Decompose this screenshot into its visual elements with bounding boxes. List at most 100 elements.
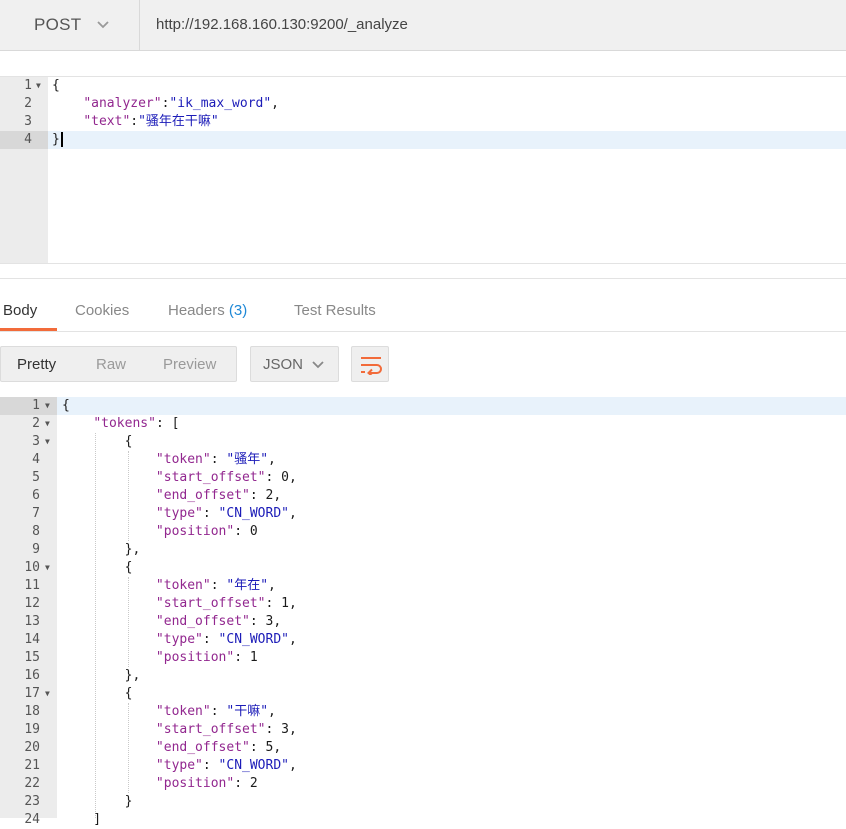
response-body-viewer[interactable]: 1 ▼{2 ▼ "tokens": [3 ▼ {4 "token": "骚年", 5 "… xyxy=(0,397,846,827)
method-select[interactable]: POST xyxy=(0,0,140,50)
code-line: 5 "start_offset": 0, xyxy=(0,469,846,487)
json-punct: , xyxy=(268,578,276,593)
json-punct: ] xyxy=(62,812,102,827)
code-line: 23 } xyxy=(0,793,846,811)
json-punct xyxy=(62,614,156,629)
raw-button[interactable]: Raw xyxy=(96,356,126,373)
fold-arrow-icon[interactable]: ▼ xyxy=(45,415,50,433)
line-number: 13 xyxy=(24,614,40,629)
json-string: "骚年在干嘛" xyxy=(138,114,219,129)
code-line: 16 }, xyxy=(0,667,846,685)
json-punct: }, xyxy=(62,668,141,683)
tab-body[interactable]: Body xyxy=(3,302,37,319)
json-punct: : 2 xyxy=(234,776,258,791)
line-number: 7 xyxy=(32,506,40,521)
code-text: "token": "骚年", xyxy=(62,451,276,469)
code-text: { xyxy=(62,397,70,415)
active-tab-indicator xyxy=(0,328,57,331)
json-punct: , xyxy=(289,506,297,521)
json-key: "text" xyxy=(83,114,131,129)
code-line: 8 "position": 0 xyxy=(0,523,846,541)
code-line: 4 "token": "骚年", xyxy=(0,451,846,469)
code-text: "end_offset": 2, xyxy=(62,487,281,505)
json-punct xyxy=(62,470,156,485)
json-key: "end_offset" xyxy=(155,614,250,629)
code-text: "token": "年在", xyxy=(62,577,276,595)
url-input[interactable]: http://192.168.160.130:9200/_analyze xyxy=(156,16,408,33)
line-number: 5 xyxy=(32,470,40,485)
json-punct: { xyxy=(62,434,133,449)
json-punct xyxy=(62,524,156,539)
code-text: "type": "CN_WORD", xyxy=(62,757,297,775)
line-number: 3 xyxy=(24,114,32,129)
line-number: 15 xyxy=(24,650,40,665)
code-line: 2 "analyzer":"ik_max_word", xyxy=(0,95,846,113)
json-punct: : 3, xyxy=(249,614,282,629)
json-punct: } xyxy=(52,132,60,147)
json-punct: { xyxy=(52,78,60,93)
code-line: 12 "start_offset": 1, xyxy=(0,595,846,613)
fold-arrow-icon[interactable]: ▼ xyxy=(45,433,50,451)
json-punct: { xyxy=(62,398,70,413)
preview-button[interactable]: Preview xyxy=(163,356,216,373)
code-line: 19 "start_offset": 3, xyxy=(0,721,846,739)
fold-arrow-icon[interactable]: ▼ xyxy=(36,77,41,95)
code-text: "token": "干嘛", xyxy=(62,703,276,721)
json-key: "type" xyxy=(155,632,203,647)
request-body-editor[interactable]: 1 ▼{2 "analyzer":"ik_max_word", 3 "text":"… xyxy=(0,76,846,264)
line-number: 3 xyxy=(32,434,40,449)
line-number: 21 xyxy=(24,758,40,773)
tab-headers[interactable]: Headers (3) xyxy=(168,302,247,319)
code-text: } xyxy=(52,131,63,149)
json-punct: : 0 xyxy=(234,524,258,539)
code-text: "position": 1 xyxy=(62,649,258,667)
wrap-lines-button[interactable] xyxy=(351,346,389,382)
code-line: 3 "text":"骚年在干嘛" xyxy=(0,113,846,131)
line-number: 18 xyxy=(24,704,40,719)
response-tabs: Body Cookies Headers (3) Test Results xyxy=(0,278,846,332)
line-number: 2 xyxy=(24,96,32,111)
fold-arrow-icon[interactable]: ▼ xyxy=(45,559,50,577)
json-key: "start_offset" xyxy=(155,470,266,485)
fold-arrow-icon[interactable]: ▼ xyxy=(45,685,50,703)
json-punct xyxy=(62,704,156,719)
json-punct: : 2, xyxy=(249,488,282,503)
json-punct: : xyxy=(202,758,219,773)
line-number: 8 xyxy=(32,524,40,539)
fold-arrow-icon[interactable]: ▼ xyxy=(45,397,50,415)
code-text: "type": "CN_WORD", xyxy=(62,631,297,649)
pretty-button[interactable]: Pretty xyxy=(17,356,56,373)
json-key: "analyzer" xyxy=(83,96,162,111)
line-number: 9 xyxy=(32,542,40,557)
json-punct xyxy=(62,740,156,755)
json-string: "CN_WORD" xyxy=(218,632,289,647)
line-number: 24 xyxy=(24,812,40,827)
json-key: "start_offset" xyxy=(155,596,266,611)
code-line: 10 ▼ { xyxy=(0,559,846,577)
code-text: "text":"骚年在干嘛" xyxy=(52,113,219,131)
code-line: 20 "end_offset": 5, xyxy=(0,739,846,757)
json-punct: : 1 xyxy=(234,650,258,665)
code-text: { xyxy=(52,77,60,95)
json-punct: : xyxy=(210,578,227,593)
chevron-down-icon xyxy=(312,361,324,369)
code-text: "start_offset": 0, xyxy=(62,469,297,487)
json-punct xyxy=(62,596,156,611)
json-punct xyxy=(62,488,156,503)
json-punct: : 1, xyxy=(265,596,297,611)
json-string: "CN_WORD" xyxy=(218,758,289,773)
line-number: 10 xyxy=(24,560,40,575)
tab-test-results[interactable]: Test Results xyxy=(294,302,376,319)
line-number: 14 xyxy=(24,632,40,647)
json-key: "end_offset" xyxy=(155,488,250,503)
json-punct: : 3, xyxy=(265,722,297,737)
line-number: 17 xyxy=(24,686,40,701)
format-select[interactable]: JSON xyxy=(250,346,339,382)
json-key: "token" xyxy=(155,452,211,467)
format-label: JSON xyxy=(263,356,304,373)
code-line: 18 "token": "干嘛", xyxy=(0,703,846,721)
headers-count-badge: (3) xyxy=(228,302,248,319)
json-key: "token" xyxy=(155,704,211,719)
tab-cookies[interactable]: Cookies xyxy=(75,302,129,319)
code-text: "end_offset": 3, xyxy=(62,613,281,631)
